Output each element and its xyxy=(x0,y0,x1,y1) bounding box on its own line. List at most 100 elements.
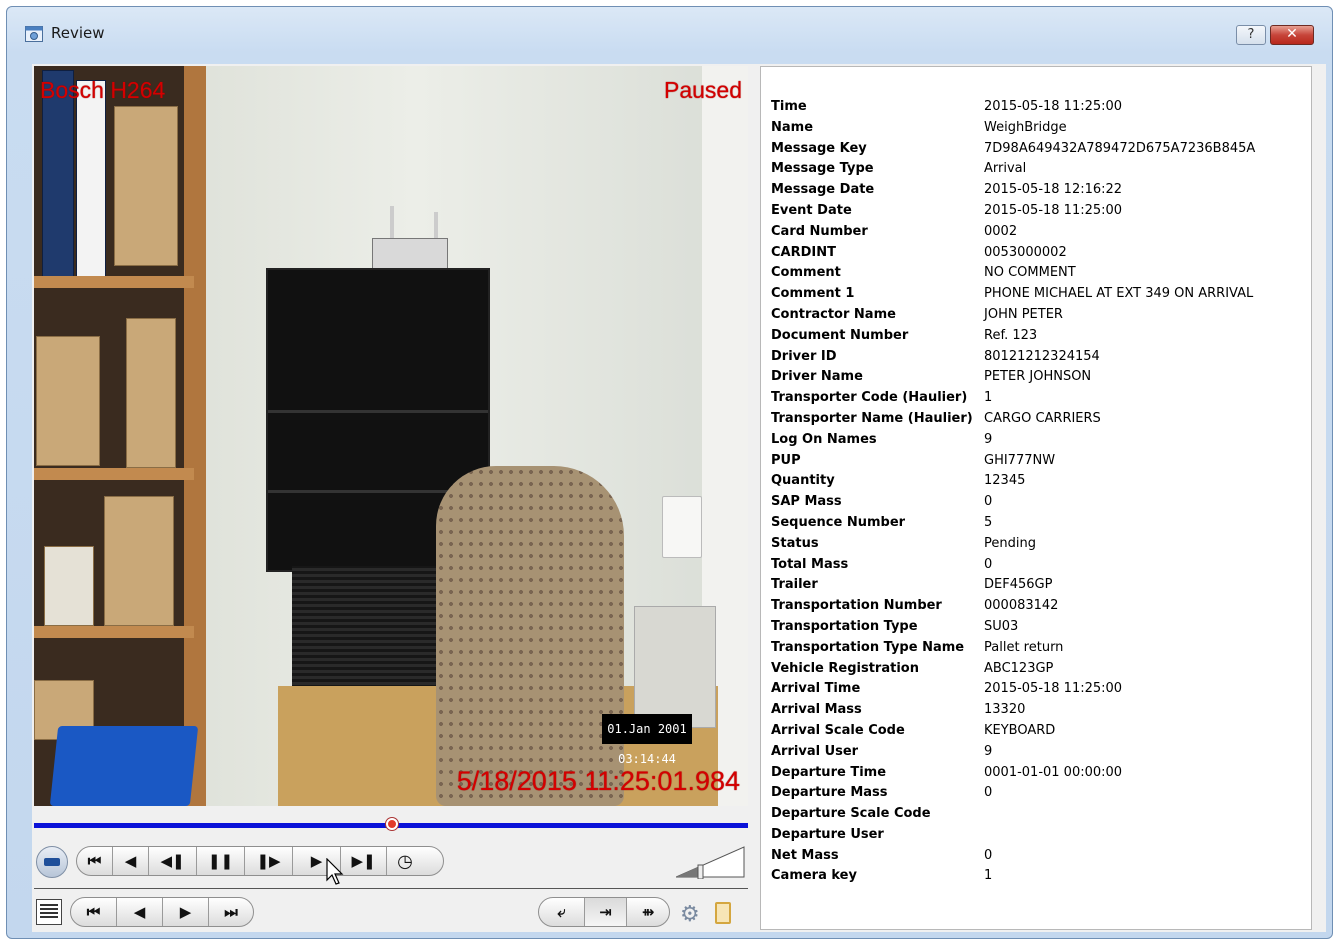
step-controls: ⏮ ◀ ▶ ⏭ xyxy=(70,897,254,927)
detail-row: Name WeighBridge xyxy=(771,118,1255,139)
detail-value: 0001-01-01 00:00:00 xyxy=(984,764,1123,780)
detail-value: 0 xyxy=(984,494,993,510)
detail-value: 9 xyxy=(984,431,993,447)
detail-key: Arrival User xyxy=(771,743,859,759)
detail-row: Comment 1 PHONE MICHAEL AT EXT 349 ON ARR… xyxy=(771,284,1255,305)
scene-shelf xyxy=(34,468,194,480)
detail-key: Log On Names xyxy=(771,431,877,447)
settings-gear-icon[interactable]: ⚙ xyxy=(680,902,700,927)
detail-row: Total Mass 0 xyxy=(771,555,1255,576)
last-record-button[interactable]: ⏭ xyxy=(209,898,253,926)
detail-key: Departure User xyxy=(771,826,884,842)
detail-row: Message Key 7D98A649432A789472D675A7236B8… xyxy=(771,139,1255,160)
continuous-mode-button[interactable]: ⇻ xyxy=(627,898,669,926)
detail-row: Status Pending xyxy=(771,534,1255,555)
detail-value: 0053000002 xyxy=(984,244,1067,260)
step-back-button[interactable]: ◀❚ xyxy=(149,847,197,875)
detail-value: PETER JOHNSON xyxy=(984,369,1092,385)
detail-value: Ref. 123 xyxy=(984,327,1038,343)
detail-row: Document Number Ref. 123 xyxy=(771,326,1255,347)
detail-value: 9 xyxy=(984,743,993,759)
step-back-icon: ◀❚ xyxy=(160,852,185,870)
list-view-icon[interactable] xyxy=(36,899,62,925)
detail-key: Total Mass xyxy=(771,556,849,572)
detail-key: Message Key xyxy=(771,140,867,156)
scene-box xyxy=(36,336,100,466)
detail-key: Message Type xyxy=(771,161,874,177)
detail-value: 2015-05-18 11:25:00 xyxy=(984,99,1123,114)
detail-key: CARDINT xyxy=(771,244,836,260)
detail-value: 1 xyxy=(984,868,993,884)
camera-icon xyxy=(44,858,60,866)
camera-toggle-button[interactable] xyxy=(36,846,68,878)
detail-value: PHONE MICHAEL AT EXT 349 ON ARRIVAL xyxy=(984,286,1254,302)
skip-start-icon: ⏮ xyxy=(87,852,102,870)
previous-icon: ◀ xyxy=(133,903,146,921)
detail-value: ABC123GP xyxy=(984,660,1054,676)
detail-row: Transportation Type Name Pallet return xyxy=(771,638,1255,659)
detail-row: SAP Mass 0 xyxy=(771,492,1255,513)
detail-key: Transporter Code (Haulier) xyxy=(771,390,968,406)
list-lines-icon xyxy=(40,904,58,920)
detail-row: Sequence Number 5 xyxy=(771,513,1255,534)
step-mode-button[interactable]: ⇥ xyxy=(585,898,627,926)
clock-icon: ◷ xyxy=(397,850,413,872)
go-to-start-button[interactable]: ⏮ xyxy=(77,847,113,875)
detail-row: Message Date 2015-05-18 12:16:22 xyxy=(771,180,1255,201)
detail-value: 0002 xyxy=(984,223,1018,239)
review-app-icon xyxy=(25,26,43,42)
detail-key: Driver Name xyxy=(771,369,863,385)
mode-controls: ⤶ ⇥ ⇻ xyxy=(538,897,670,927)
detail-key: Comment xyxy=(771,265,841,281)
detail-key: Message Date xyxy=(771,182,875,198)
video-view[interactable]: 01.Jan 2001 03:14:44 Bosch H264 Paused 5… xyxy=(34,66,748,806)
detail-row: Departure Time 0001-01-01 00:00:00 xyxy=(771,763,1255,784)
detail-key: Card Number xyxy=(771,223,868,239)
step-forward-button[interactable]: ❚▶ xyxy=(245,847,293,875)
detail-row: Quantity 12345 xyxy=(771,471,1255,492)
detail-row: Vehicle Registration ABC123GP xyxy=(771,659,1255,680)
detail-key: Arrival Mass xyxy=(771,702,862,718)
return-mode-button[interactable]: ⤶ xyxy=(539,898,585,926)
detail-value: 0 xyxy=(984,785,993,801)
detail-row: Departure Scale Code xyxy=(771,804,1255,825)
detail-row: Comment NO COMMENT xyxy=(771,263,1255,284)
detail-value xyxy=(984,825,1255,846)
detail-row: Driver ID 80121212324154 xyxy=(771,347,1255,368)
detail-row: Camera key 1 xyxy=(771,866,1255,887)
playback-controls: ⏮ ◀ ◀❚ ❚❚ ❚▶ ▶ ▶❚ ◷ xyxy=(76,846,444,876)
play-reverse-button[interactable]: ◀ xyxy=(113,847,149,875)
detail-key: Driver ID xyxy=(771,348,837,364)
tab-arrow-icon: ⇥ xyxy=(599,903,612,921)
seek-thumb[interactable] xyxy=(386,818,398,830)
detail-row: Trailer DEF456GP xyxy=(771,575,1255,596)
goto-time-button[interactable]: ◷ xyxy=(387,847,423,875)
previous-record-button[interactable]: ◀ xyxy=(117,898,163,926)
detail-key: Arrival Scale Code xyxy=(771,722,905,738)
client-area: 01.Jan 2001 03:14:44 Bosch H264 Paused 5… xyxy=(32,64,1326,932)
detail-value: 2015-05-18 12:16:22 xyxy=(984,182,1123,198)
help-button[interactable]: ? xyxy=(1236,25,1266,45)
next-record-button[interactable]: ▶ xyxy=(163,898,209,926)
first-record-button[interactable]: ⏮ xyxy=(71,898,117,926)
detail-value: DEF456GP xyxy=(984,577,1053,593)
detail-value: NO COMMENT xyxy=(984,265,1076,281)
review-window: Review ? ✕ 01.Jan 2001 03:14:44 Bosch H2… xyxy=(6,6,1333,939)
volume-slider[interactable] xyxy=(676,845,746,879)
close-button[interactable]: ✕ xyxy=(1270,25,1314,45)
scene-blue-bin xyxy=(49,726,199,806)
detail-key: Vehicle Registration xyxy=(771,660,919,676)
title-bar[interactable]: Review ? ✕ xyxy=(7,7,1332,55)
scene-radiator xyxy=(634,606,716,728)
reverse-icon: ◀ xyxy=(124,852,137,870)
detail-key: Net Mass xyxy=(771,847,839,863)
detail-value xyxy=(984,804,1255,825)
go-to-end-button[interactable]: ▶❚ xyxy=(341,847,387,875)
pause-button[interactable]: ❚❚ xyxy=(197,847,245,875)
detail-value: 2015-05-18 11:25:00 xyxy=(984,202,1123,218)
step-forward-icon: ❚▶ xyxy=(256,852,281,870)
scene-antenna xyxy=(390,206,394,240)
next-icon: ▶ xyxy=(179,903,192,921)
clipboard-icon[interactable] xyxy=(715,902,731,924)
detail-value: 80121212324154 xyxy=(984,348,1100,364)
